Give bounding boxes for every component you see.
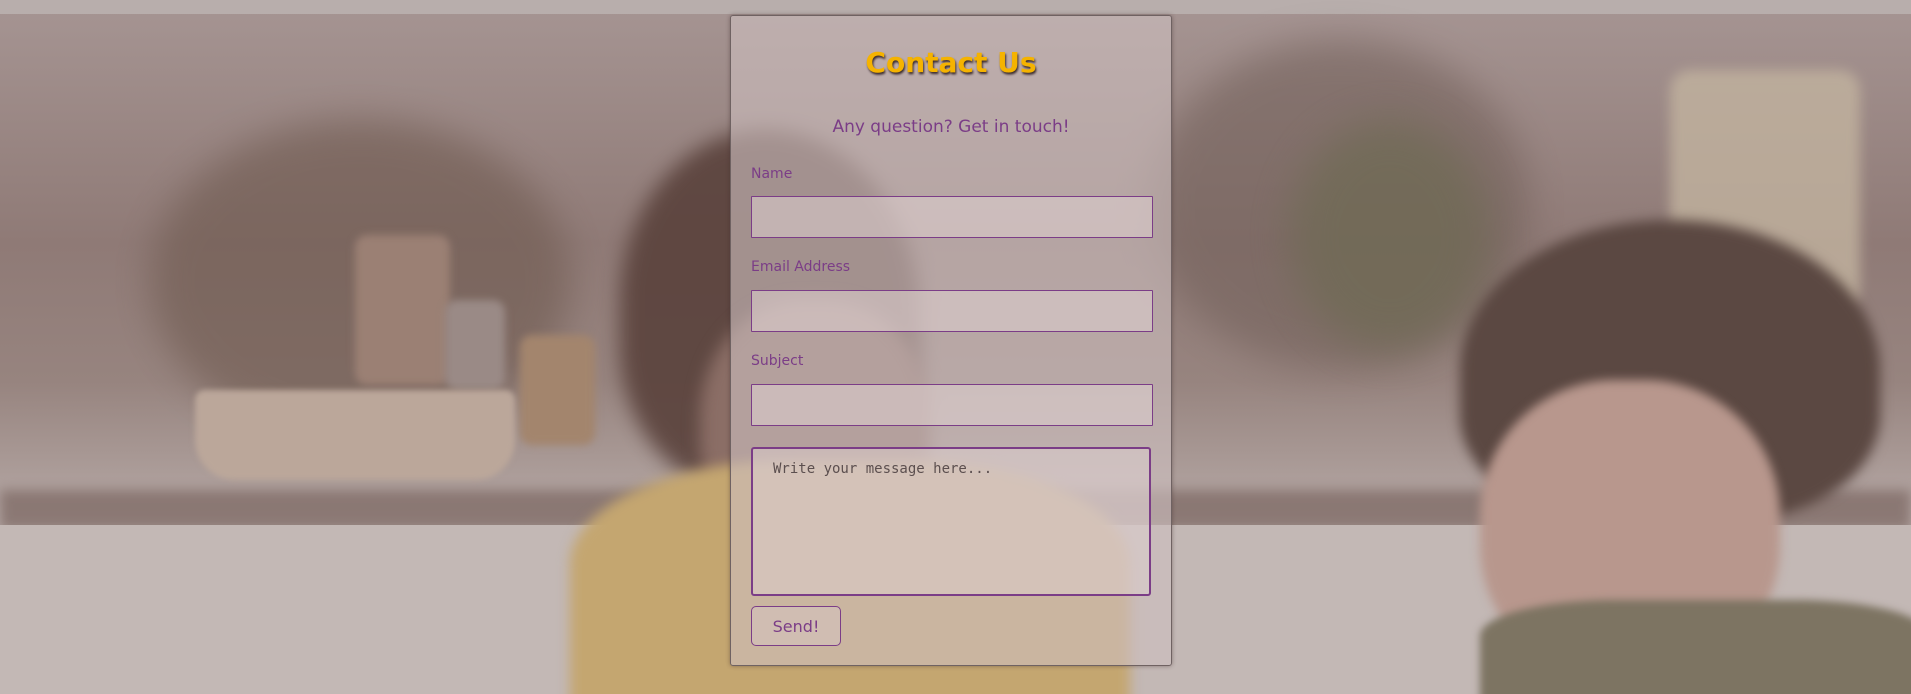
- subject-label: Subject: [751, 353, 804, 369]
- name-input[interactable]: [751, 196, 1153, 238]
- name-label: Name: [751, 166, 793, 182]
- contact-form-card: Contact Us Any question? Get in touch! N…: [730, 15, 1172, 666]
- message-textarea[interactable]: [751, 447, 1151, 596]
- page-title: Contact Us: [865, 46, 1037, 79]
- send-button[interactable]: Send!: [751, 606, 841, 646]
- email-label: Email Address: [751, 259, 851, 275]
- form-subtitle: Any question? Get in touch!: [832, 117, 1070, 137]
- subject-input[interactable]: [751, 384, 1153, 426]
- email-input[interactable]: [751, 290, 1153, 332]
